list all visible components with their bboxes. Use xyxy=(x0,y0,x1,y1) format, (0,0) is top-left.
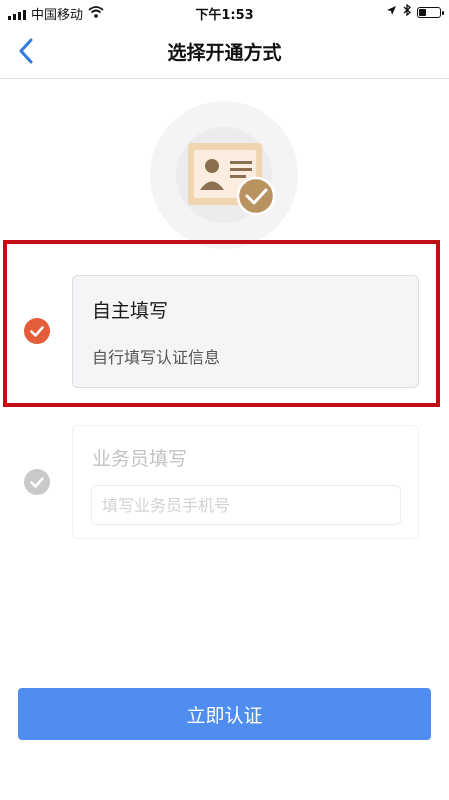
option-self-title: 自主填写 xyxy=(92,300,169,322)
option-sales-title: 业务员填写 xyxy=(92,448,188,470)
status-right xyxy=(386,3,444,20)
bluetooth-icon xyxy=(403,3,411,20)
option-sales-radio[interactable] xyxy=(24,469,50,495)
option-self-radio[interactable] xyxy=(24,318,50,344)
status-bar: 中国移动 下午1:53 xyxy=(0,0,449,24)
hero-badge xyxy=(150,101,298,249)
option-sales-card[interactable]: 业务员填写 xyxy=(72,425,419,539)
battery-icon xyxy=(417,6,444,18)
salesperson-phone-input[interactable] xyxy=(91,485,401,525)
id-card-check-icon xyxy=(188,143,276,216)
option-self-description: 自行填写认证信息 xyxy=(92,348,221,367)
status-time: 下午1:53 xyxy=(195,8,254,23)
submit-button[interactable]: 立即认证 xyxy=(18,688,431,740)
nav-bar: 选择开通方式 xyxy=(0,24,449,79)
checkmark-icon xyxy=(30,325,44,337)
location-arrow-icon xyxy=(386,5,397,20)
option-self-card[interactable]: 自主填写 自行填写认证信息 xyxy=(72,275,419,388)
checkmark-icon xyxy=(30,476,44,488)
page-title: 选择开通方式 xyxy=(167,42,282,64)
